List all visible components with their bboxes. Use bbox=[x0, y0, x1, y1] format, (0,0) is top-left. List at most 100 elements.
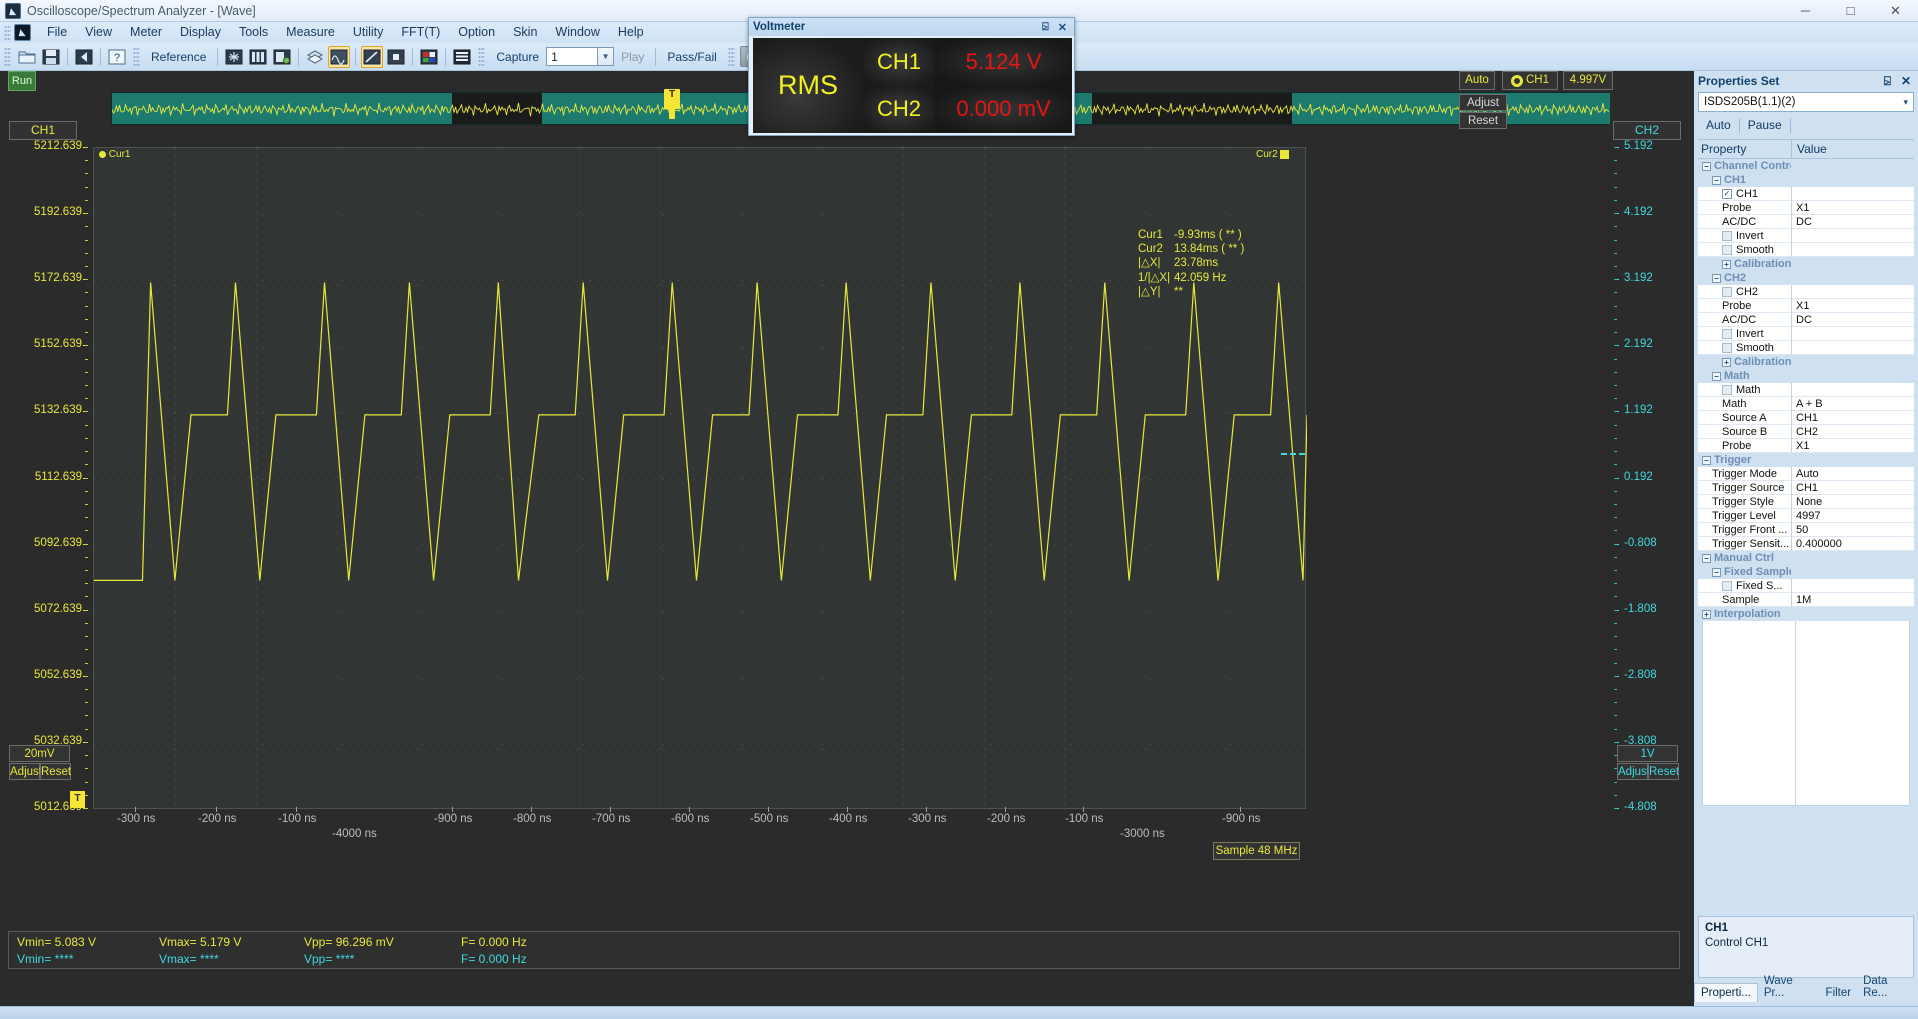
menu-item-fft-t[interactable]: FFT(T) bbox=[392, 22, 449, 43]
voltmeter-title-bar[interactable]: Voltmeter ⍄ ✕ bbox=[749, 18, 1074, 36]
expand-icon[interactable]: + bbox=[1722, 259, 1731, 269]
property-row[interactable]: Smooth bbox=[1698, 341, 1914, 355]
cursor1-flag[interactable]: Cur1 bbox=[99, 149, 130, 160]
ch1-reset-button[interactable]: Reset bbox=[40, 763, 71, 780]
collapse-icon[interactable]: − bbox=[1702, 553, 1711, 563]
line-tool-icon[interactable] bbox=[361, 45, 384, 68]
save-file-icon[interactable] bbox=[40, 46, 62, 68]
property-value-cell[interactable] bbox=[1791, 383, 1914, 397]
add-column-icon[interactable] bbox=[271, 46, 293, 68]
property-row[interactable]: Probe X1 bbox=[1698, 439, 1914, 453]
properties-pause-button[interactable]: Pause bbox=[1740, 117, 1790, 133]
property-row[interactable]: − Math bbox=[1698, 369, 1914, 383]
toolbar-drag-handle-3[interactable] bbox=[478, 46, 486, 67]
property-row[interactable]: − Manual Ctrl bbox=[1698, 551, 1914, 565]
menu-item-skin[interactable]: Skin bbox=[504, 22, 546, 43]
properties-tab-data-re[interactable]: Data Re... bbox=[1857, 972, 1918, 1002]
collapse-icon[interactable]: − bbox=[1712, 273, 1721, 283]
property-row[interactable]: Trigger Source CH1 bbox=[1698, 481, 1914, 495]
property-value-cell[interactable]: CH1 bbox=[1791, 411, 1914, 425]
property-row[interactable]: − CH1 bbox=[1698, 173, 1914, 187]
property-row[interactable]: Math A + B bbox=[1698, 397, 1914, 411]
property-value-cell[interactable]: X1 bbox=[1791, 299, 1914, 313]
menu-item-utility[interactable]: Utility bbox=[344, 22, 393, 43]
toolbar-drag-handle-4[interactable] bbox=[727, 46, 735, 67]
ch2-reset-button[interactable]: Reset bbox=[1648, 763, 1679, 780]
toolbar-drag-handle-1[interactable] bbox=[4, 46, 11, 67]
play-button[interactable]: Play bbox=[614, 50, 651, 64]
open-file-icon[interactable] bbox=[16, 46, 38, 68]
property-value-cell[interactable] bbox=[1791, 579, 1914, 593]
property-row[interactable]: −Channel Control bbox=[1698, 159, 1914, 173]
property-row[interactable]: Source B CH2 bbox=[1698, 425, 1914, 439]
collapse-icon[interactable]: − bbox=[1702, 455, 1711, 465]
property-row[interactable]: − Trigger bbox=[1698, 453, 1914, 467]
property-row[interactable]: Probe X1 bbox=[1698, 299, 1914, 313]
ch1-volts-per-div[interactable]: 20mV bbox=[9, 745, 70, 762]
chevron-down-icon[interactable]: ▾ bbox=[1903, 97, 1908, 108]
property-value-cell[interactable]: X1 bbox=[1791, 201, 1914, 215]
horizontal-reset-button[interactable]: Reset bbox=[1459, 112, 1507, 129]
menu-item-help[interactable]: Help bbox=[609, 22, 653, 43]
property-value-cell[interactable]: CH2 bbox=[1791, 425, 1914, 439]
voltmeter-close-icon[interactable]: ✕ bbox=[1058, 21, 1067, 34]
menu-drag-handle[interactable] bbox=[4, 25, 11, 40]
toolbar-drag-handle-2[interactable] bbox=[133, 46, 140, 67]
property-value-cell[interactable]: 1M bbox=[1791, 593, 1914, 607]
property-value-cell[interactable]: 4997 bbox=[1791, 509, 1914, 523]
auto-mode-button[interactable]: Auto bbox=[1459, 71, 1495, 90]
help-icon[interactable]: ? bbox=[106, 46, 128, 68]
trigger-source-indicator[interactable]: CH1 bbox=[1502, 71, 1558, 90]
property-row[interactable]: Fixed S... bbox=[1698, 579, 1914, 593]
property-value-cell[interactable] bbox=[1791, 327, 1914, 341]
maximize-button[interactable]: □ bbox=[1828, 0, 1873, 22]
property-row[interactable]: AC/DC DC bbox=[1698, 313, 1914, 327]
property-value-cell[interactable]: X1 bbox=[1791, 439, 1914, 453]
voltmeter-pin-icon[interactable]: ⍄ bbox=[1042, 21, 1049, 34]
dot-tool-icon[interactable] bbox=[385, 46, 407, 68]
expand-icon[interactable]: + bbox=[1722, 357, 1731, 367]
columns-view-icon[interactable] bbox=[247, 46, 269, 68]
menu-app-icon[interactable]: ◣ bbox=[14, 24, 31, 41]
menu-item-window[interactable]: Window bbox=[546, 22, 608, 43]
autoset-icon[interactable] bbox=[223, 46, 245, 68]
menu-item-display[interactable]: Display bbox=[171, 22, 230, 43]
menu-item-measure[interactable]: Measure bbox=[277, 22, 344, 43]
property-row[interactable]: Smooth bbox=[1698, 243, 1914, 257]
horizontal-adjust-button[interactable]: Adjust bbox=[1459, 94, 1507, 111]
checkbox-invert[interactable] bbox=[1722, 328, 1732, 339]
property-value-cell[interactable]: 50 bbox=[1791, 523, 1914, 537]
properties-pin-icon[interactable]: ⍄ bbox=[1884, 74, 1891, 89]
property-row[interactable]: Source A CH1 bbox=[1698, 411, 1914, 425]
menu-item-tools[interactable]: Tools bbox=[230, 22, 277, 43]
property-row[interactable]: CH2 bbox=[1698, 285, 1914, 299]
pass-fail-button[interactable]: Pass/Fail bbox=[660, 50, 723, 64]
report-icon[interactable] bbox=[451, 46, 473, 68]
property-value-cell[interactable] bbox=[1791, 285, 1914, 299]
properties-close-icon[interactable]: ✕ bbox=[1901, 74, 1911, 89]
expand-icon[interactable]: + bbox=[1702, 609, 1711, 619]
property-row[interactable]: Probe X1 bbox=[1698, 201, 1914, 215]
property-row[interactable]: − Fixed Sample bbox=[1698, 565, 1914, 579]
property-value-cell[interactable] bbox=[1791, 229, 1914, 243]
minimize-button[interactable]: ─ bbox=[1783, 0, 1828, 22]
property-value-cell[interactable]: A + B bbox=[1791, 397, 1914, 411]
property-row[interactable]: Invert bbox=[1698, 229, 1914, 243]
color-palette-icon[interactable] bbox=[418, 46, 440, 68]
collapse-icon[interactable]: − bbox=[1712, 371, 1721, 381]
menu-item-option[interactable]: Option bbox=[449, 22, 504, 43]
sample-rate-badge[interactable]: Sample 48 MHz bbox=[1213, 842, 1300, 860]
property-row[interactable]: ✓ CH1 bbox=[1698, 187, 1914, 201]
ch1-adjust-button[interactable]: Adjust bbox=[9, 763, 42, 780]
checkbox-math[interactable] bbox=[1722, 384, 1732, 395]
property-row[interactable]: Math bbox=[1698, 383, 1914, 397]
persistence-icon[interactable] bbox=[328, 45, 351, 68]
property-value-cell[interactable] bbox=[1791, 187, 1914, 201]
trigger-level-value[interactable]: 4.997V bbox=[1563, 71, 1613, 90]
property-value-cell[interactable]: 0.400000 bbox=[1791, 537, 1914, 551]
menu-item-meter[interactable]: Meter bbox=[121, 22, 171, 43]
overview-trigger-marker[interactable]: T bbox=[664, 89, 680, 119]
property-row[interactable]: Trigger Front ... 50 bbox=[1698, 523, 1914, 537]
menu-item-file[interactable]: File bbox=[38, 22, 76, 43]
collapse-icon[interactable]: − bbox=[1712, 175, 1721, 185]
